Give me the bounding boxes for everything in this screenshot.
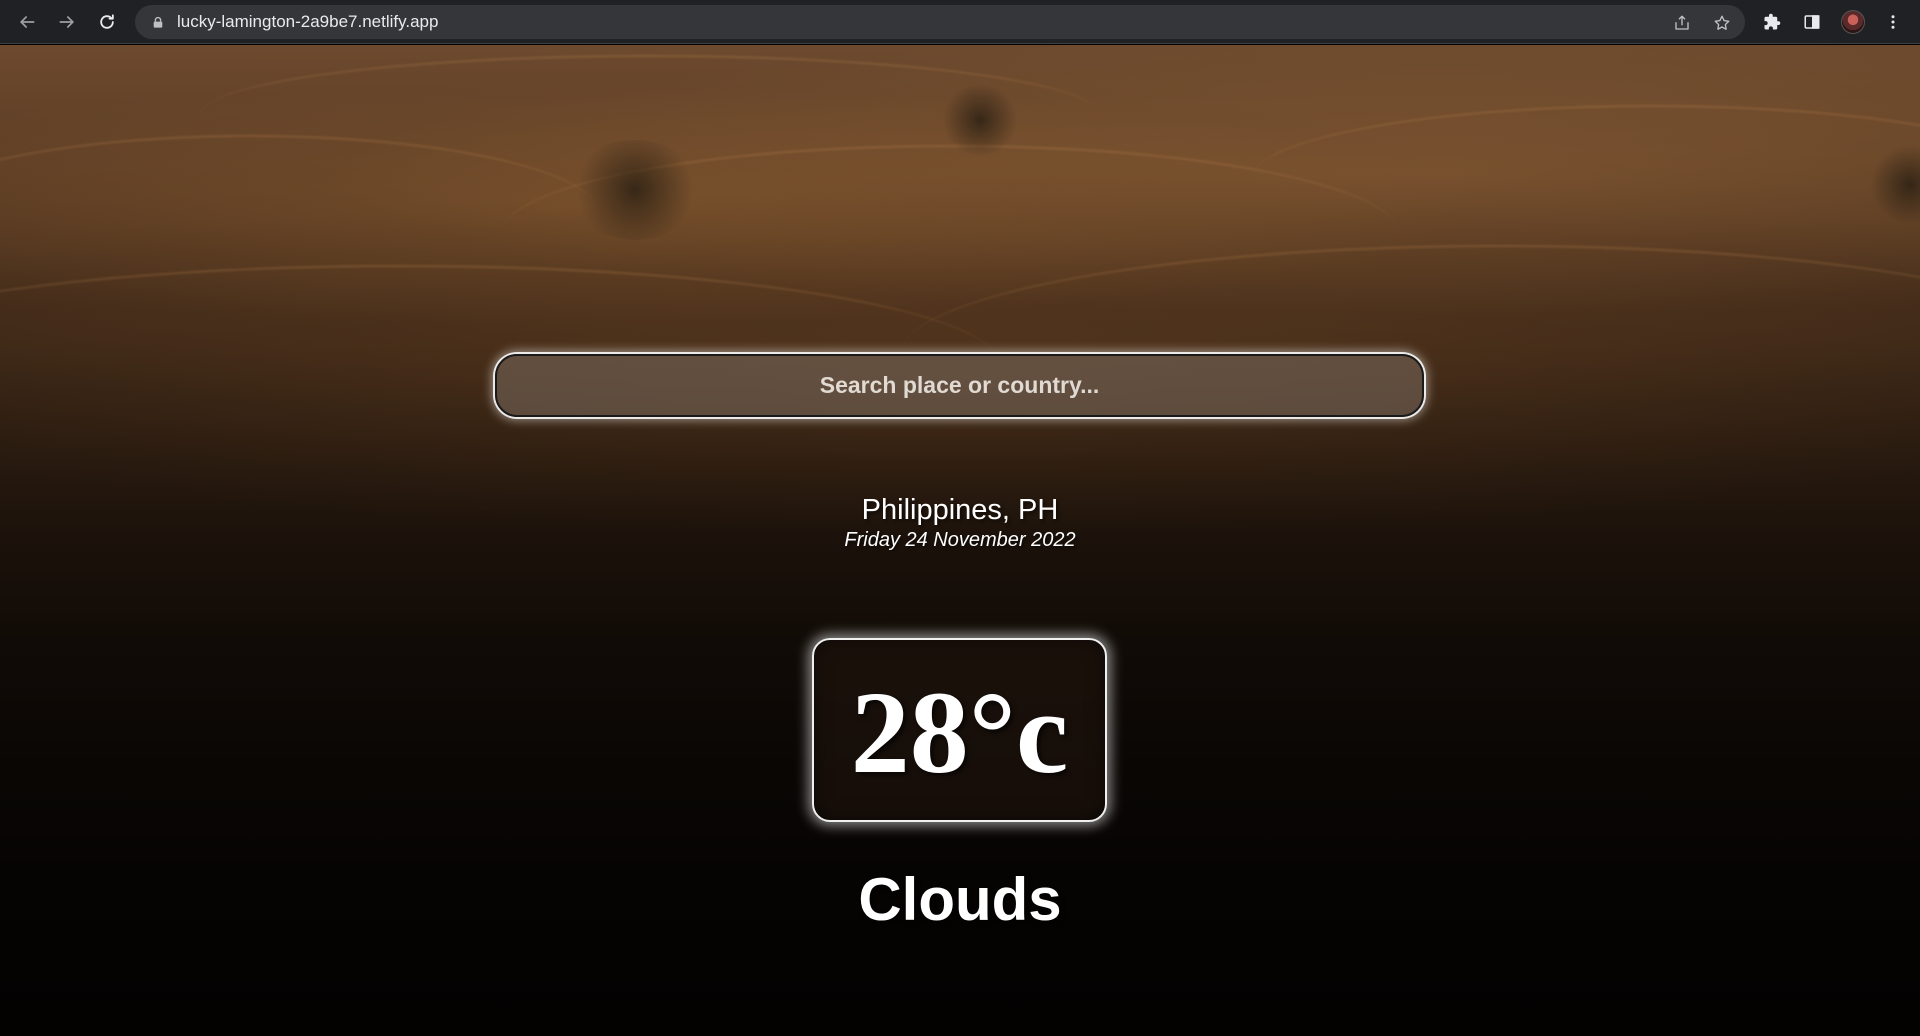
reload-button[interactable] (94, 9, 120, 35)
temperature-card: 28°c (812, 638, 1107, 822)
url-text: lucky-lamington-2a9be7.netlify.app (177, 12, 439, 31)
location-label: Philippines, PH (861, 494, 1059, 526)
search-input[interactable] (495, 354, 1424, 417)
temperature-value: 28°c (850, 667, 1069, 798)
share-button[interactable] (1672, 13, 1692, 33)
browser-toolbar: lucky-lamington-2a9be7.netlify.app (0, 0, 1920, 44)
back-button[interactable] (14, 9, 40, 35)
browser-menu-button[interactable] (1882, 11, 1904, 33)
star-icon (1714, 15, 1730, 30)
lock-icon (151, 15, 165, 29)
date-label: Friday 24 November 2022 (844, 529, 1076, 551)
profile-avatar[interactable] (1841, 10, 1865, 34)
background-bush (570, 140, 700, 240)
side-panel-icon (1804, 15, 1820, 29)
arrow-left-icon (20, 16, 35, 28)
arrow-right-icon (59, 16, 74, 28)
bookmark-button[interactable] (1712, 13, 1732, 33)
puzzle-icon (1764, 13, 1781, 30)
extensions-button[interactable] (1761, 11, 1783, 33)
forward-button[interactable] (54, 9, 80, 35)
weather-app: Philippines, PH Friday 24 November 2022 … (0, 45, 1920, 1036)
weather-condition: Clouds (858, 866, 1062, 933)
side-panel-button[interactable] (1801, 11, 1823, 33)
background-bush (940, 85, 1020, 155)
address-bar[interactable]: lucky-lamington-2a9be7.netlify.app (135, 5, 1745, 39)
more-vert-icon (1891, 15, 1895, 29)
share-icon (1675, 15, 1689, 30)
reload-icon (100, 14, 114, 29)
